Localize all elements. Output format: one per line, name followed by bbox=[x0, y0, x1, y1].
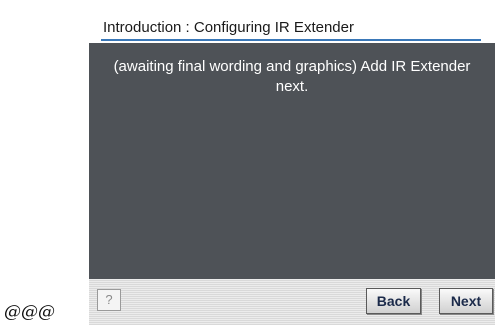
instruction-message: (awaiting final wording and graphics) Ad… bbox=[113, 58, 471, 95]
back-button[interactable]: Back bbox=[366, 288, 421, 314]
next-button[interactable]: Next bbox=[439, 288, 493, 314]
title-bar: Introduction : Configuring IR Extender bbox=[89, 13, 495, 41]
title-underline bbox=[101, 39, 481, 41]
dialog-title: Introduction : Configuring IR Extender bbox=[103, 19, 354, 36]
help-button[interactable]: ? bbox=[97, 289, 121, 311]
setup-dialog: Introduction : Configuring IR Extender (… bbox=[89, 3, 495, 325]
stray-text: @@@ bbox=[4, 302, 55, 322]
bottom-bar: ? Back Next bbox=[89, 279, 495, 325]
content-panel: (awaiting final wording and graphics) Ad… bbox=[89, 43, 495, 279]
